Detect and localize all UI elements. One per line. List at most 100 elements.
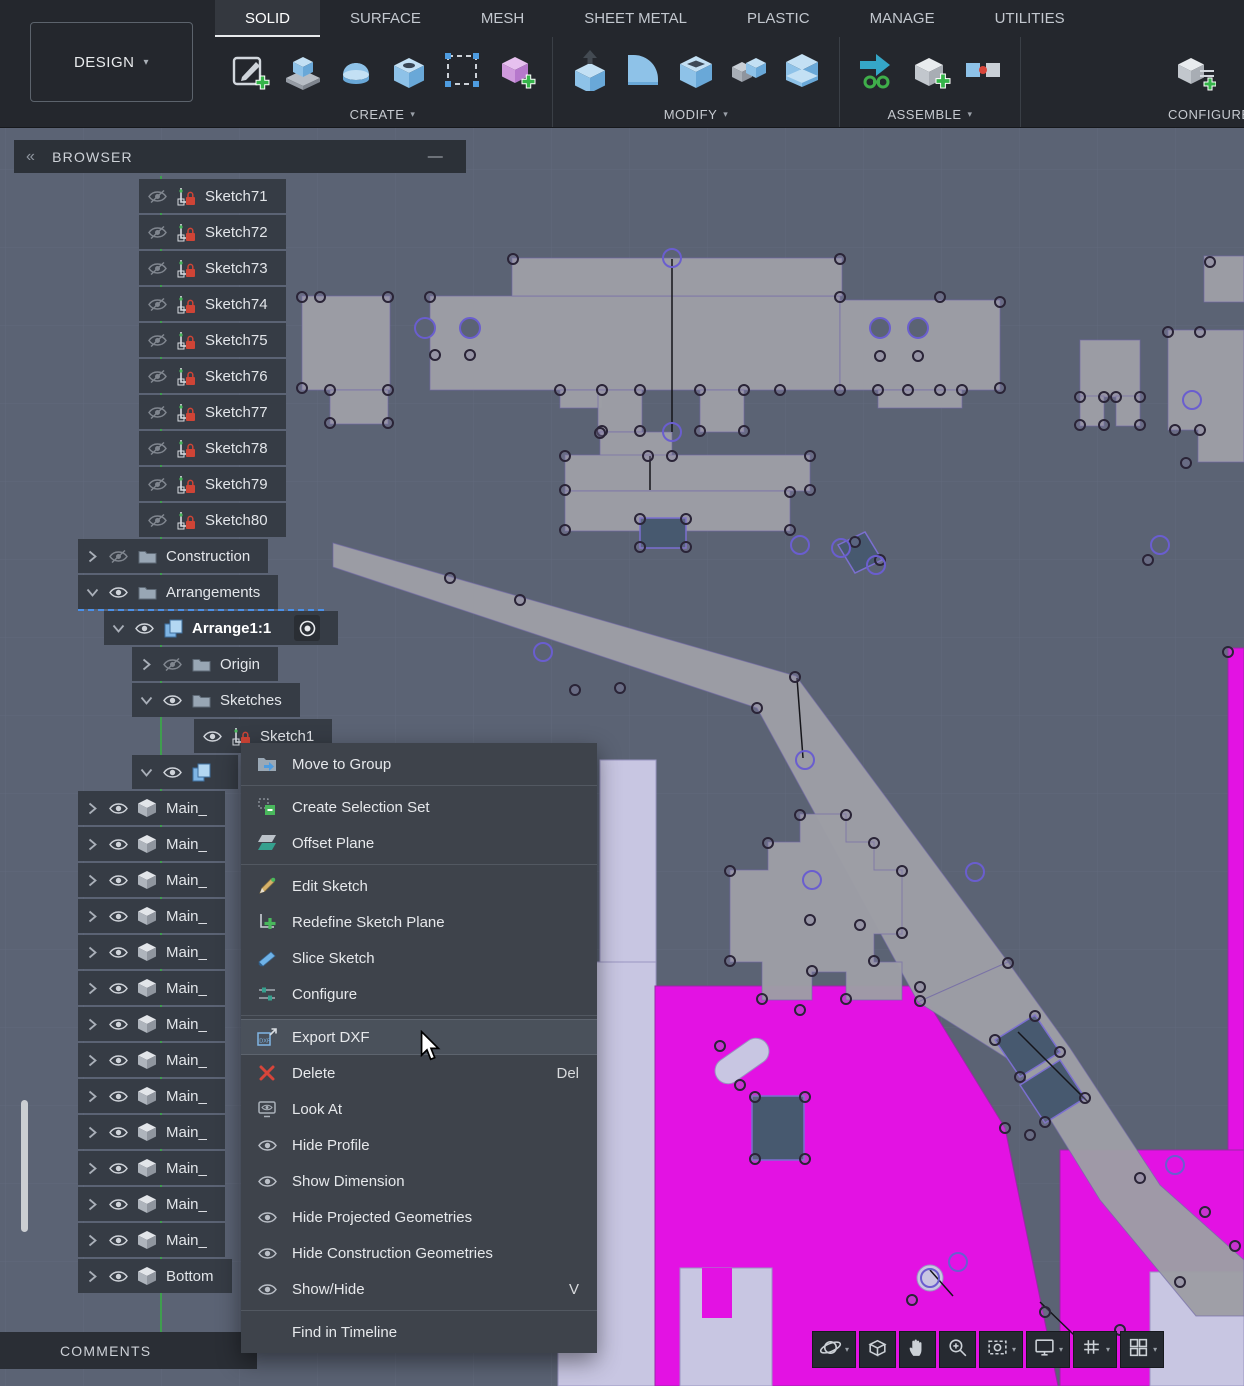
nav-button-viewports[interactable]: ▾	[1120, 1331, 1165, 1368]
menu-item-offset-plane[interactable]: Offset Plane	[241, 825, 597, 861]
tree-item-sketch71[interactable]: Sketch71	[139, 179, 286, 213]
visibility-on-icon[interactable]	[108, 1090, 128, 1103]
tree-item-main-18[interactable]: Main_	[78, 827, 225, 861]
minimize-panel-icon[interactable]: —	[428, 148, 444, 165]
tab-solid[interactable]: SOLID	[215, 0, 321, 37]
visibility-on-icon[interactable]	[108, 838, 128, 851]
visibility-on-icon[interactable]	[108, 946, 128, 959]
visibility-on-icon[interactable]	[134, 622, 154, 635]
tree-item-sketch74[interactable]: Sketch74	[139, 287, 286, 321]
tab-surface[interactable]: SURFACE	[320, 0, 451, 37]
menu-item-show-dimension[interactable]: Show Dimension	[241, 1163, 597, 1199]
menu-item-hide-projected-geometries[interactable]: Hide Projected Geometries	[241, 1199, 597, 1235]
chevron-right-icon[interactable]	[86, 1018, 99, 1031]
visibility-on-icon[interactable]	[108, 1054, 128, 1067]
visibility-on-icon[interactable]	[108, 1018, 128, 1031]
tree-item-main-25[interactable]: Main_	[78, 1079, 225, 1113]
browser-scrollbar[interactable]	[21, 1100, 28, 1232]
tree-item-sketch79[interactable]: Sketch79	[139, 467, 286, 501]
visibility-off-icon[interactable]	[147, 189, 167, 203]
nav-button-display-settings[interactable]: ▾	[1026, 1331, 1071, 1368]
chevron-right-icon[interactable]	[86, 1054, 99, 1067]
visibility-on-icon[interactable]	[108, 982, 128, 995]
chevron-right-icon[interactable]	[86, 1234, 99, 1247]
menu-item-look-at[interactable]: Look At	[241, 1091, 597, 1127]
tree-item-sketch80[interactable]: Sketch80	[139, 503, 286, 537]
chevron-right-icon[interactable]	[140, 658, 153, 671]
visibility-on-icon[interactable]	[162, 766, 182, 779]
visibility-off-icon[interactable]	[147, 513, 167, 527]
chevron-down-icon[interactable]	[86, 588, 99, 597]
fillet-icon[interactable]	[620, 47, 666, 93]
chevron-right-icon[interactable]	[86, 1198, 99, 1211]
visibility-on-icon[interactable]	[108, 910, 128, 923]
joint-icon[interactable]	[960, 47, 1006, 93]
design-menu-button[interactable]: DESIGN ▾	[30, 22, 193, 102]
visibility-on-icon[interactable]	[108, 1234, 128, 1247]
primitive-box-icon[interactable]	[492, 47, 538, 93]
chevron-right-icon[interactable]	[86, 946, 99, 959]
visibility-on-icon[interactable]	[108, 802, 128, 815]
nav-button-orbit[interactable]: ▾	[812, 1331, 857, 1368]
shell-icon[interactable]	[673, 47, 719, 93]
visibility-off-icon[interactable]	[147, 333, 167, 347]
combine-icon[interactable]	[726, 47, 772, 93]
extrude-icon[interactable]	[280, 47, 326, 93]
tab-utilities[interactable]: UTILITIES	[965, 0, 1095, 37]
visibility-off-icon[interactable]	[108, 549, 128, 563]
nav-button-grid-snap[interactable]: ▾	[1073, 1331, 1118, 1368]
insert-icon[interactable]	[854, 47, 900, 93]
marquee-icon[interactable]	[439, 47, 485, 93]
visibility-on-icon[interactable]	[108, 1198, 128, 1211]
visibility-off-icon[interactable]	[147, 369, 167, 383]
tree-item-main-26[interactable]: Main_	[78, 1115, 225, 1149]
nav-button-window-zoom[interactable]: ▾	[979, 1331, 1024, 1368]
visibility-off-icon[interactable]	[162, 657, 182, 671]
visibility-off-icon[interactable]	[147, 405, 167, 419]
tree-item-construction[interactable]: Construction	[78, 539, 269, 573]
tree-item-main-20[interactable]: Main_	[78, 899, 225, 933]
visibility-on-icon[interactable]	[108, 874, 128, 887]
configuration-icon[interactable]	[1172, 47, 1218, 93]
tree-item-sketches[interactable]: Sketches	[132, 683, 300, 717]
menu-item-hide-construction-geometries[interactable]: Hide Construction Geometries	[241, 1235, 597, 1271]
tool-group-label[interactable]: MODIFY ▾	[563, 103, 829, 125]
nav-button-pan-hand[interactable]	[899, 1331, 937, 1368]
tree-item-main-21[interactable]: Main_	[78, 935, 225, 969]
chevron-down-icon[interactable]: ▾	[845, 1345, 849, 1354]
visibility-off-icon[interactable]	[147, 477, 167, 491]
chevron-right-icon[interactable]	[86, 550, 99, 563]
chevron-right-icon[interactable]	[86, 1270, 99, 1283]
tree-item-main-22[interactable]: Main_	[78, 971, 225, 1005]
chevron-right-icon[interactable]	[86, 1162, 99, 1175]
tree-item-arrangements[interactable]: Arrangements	[78, 575, 325, 611]
chevron-down-icon[interactable]: ▾	[1106, 1345, 1110, 1354]
tree-item-sketch76[interactable]: Sketch76	[139, 359, 286, 393]
visibility-on-icon[interactable]	[108, 1126, 128, 1139]
visibility-off-icon[interactable]	[147, 261, 167, 275]
hole-icon[interactable]	[386, 47, 432, 93]
chevron-right-icon[interactable]	[86, 1126, 99, 1139]
tree-item-main-19[interactable]: Main_	[78, 863, 225, 897]
chevron-right-icon[interactable]	[86, 1090, 99, 1103]
tree-item-main-29[interactable]: Main_	[78, 1223, 225, 1257]
menu-item-configure[interactable]: Configure	[241, 976, 597, 1012]
split-body-icon[interactable]	[779, 47, 825, 93]
chevron-right-icon[interactable]	[86, 982, 99, 995]
tree-item-sketch78[interactable]: Sketch78	[139, 431, 286, 465]
tree-item-main-24[interactable]: Main_	[78, 1043, 225, 1077]
tree-item-main-23[interactable]: Main_	[78, 1007, 225, 1041]
revolve-icon[interactable]	[333, 47, 379, 93]
chevron-right-icon[interactable]	[86, 802, 99, 815]
chevron-down-icon[interactable]	[140, 696, 153, 705]
tool-group-label[interactable]: ASSEMBLE ▾	[850, 103, 1010, 125]
visibility-on-icon[interactable]	[202, 730, 222, 743]
nav-button-zoom-magnifier[interactable]	[939, 1331, 977, 1368]
tab-sheet-metal[interactable]: SHEET METAL	[554, 0, 717, 37]
menu-item-find-in-timeline[interactable]: Find in Timeline	[241, 1314, 597, 1350]
press-pull-icon[interactable]	[567, 47, 613, 93]
chevron-down-icon[interactable]	[112, 624, 125, 633]
visibility-off-icon[interactable]	[147, 225, 167, 239]
tree-item-bottom[interactable]: Bottom	[78, 1259, 232, 1293]
create-sketch-icon[interactable]	[227, 47, 273, 93]
